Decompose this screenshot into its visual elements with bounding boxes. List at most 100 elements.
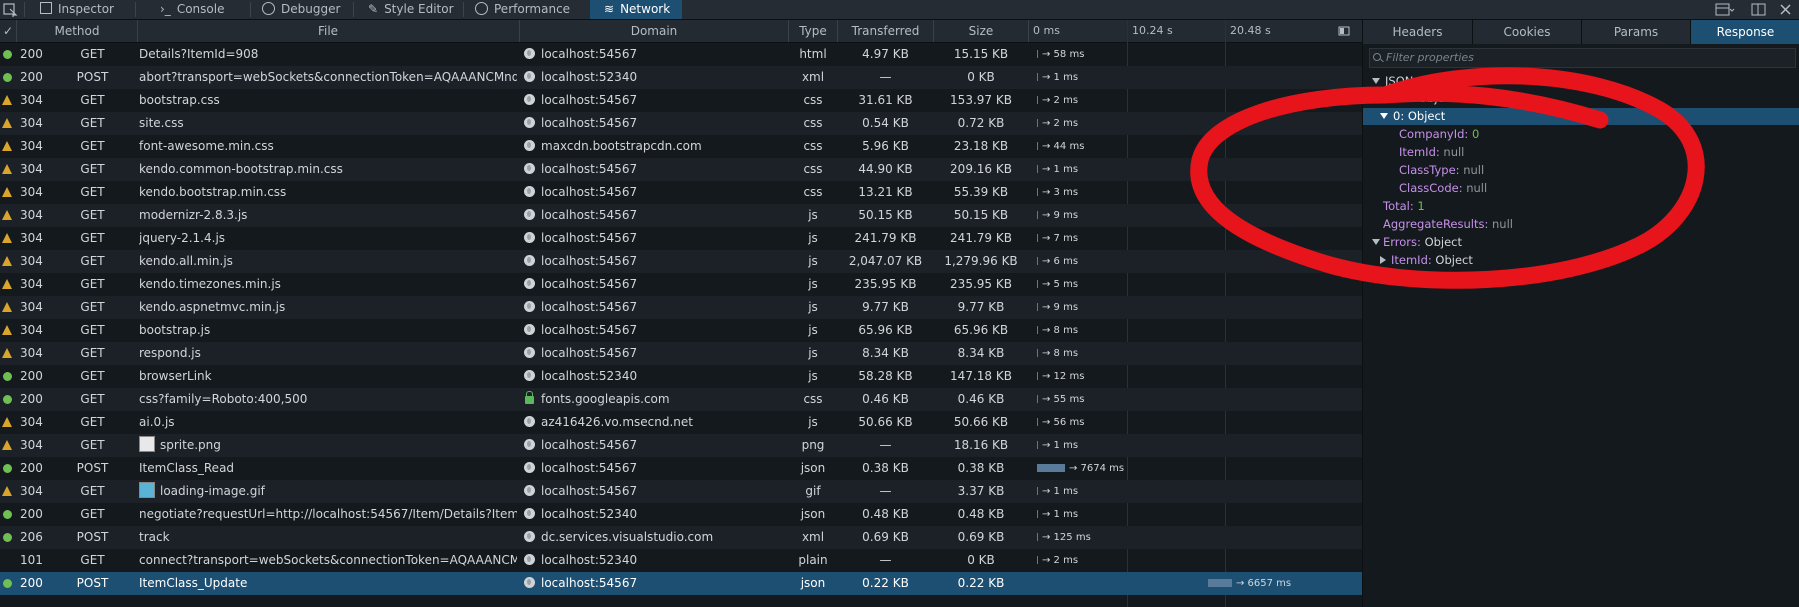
expand-twisty-icon[interactable] [1380, 113, 1388, 119]
tree-row-errors[interactable]: Errors: Object [1363, 234, 1799, 251]
column-header-transferred[interactable]: Transferred [838, 20, 933, 42]
timing-bar [1037, 280, 1038, 288]
tab-performance[interactable]: Performance [475, 0, 585, 19]
request-row[interactable]: 304 GET modernizr-2.8.3.js localhost:54567 j… [0, 204, 1362, 227]
request-row[interactable]: 200 POST abort?transport=webSockets&connec… [0, 66, 1362, 89]
transferred: 31.61 KB [858, 93, 913, 107]
request-row[interactable]: 304 GET kendo.all.min.js localhost:54567 js 2… [0, 250, 1362, 273]
transferred: 241.79 KB [854, 231, 917, 245]
type: xml [801, 530, 825, 544]
tree-row-item-0[interactable]: 0: Object [1363, 108, 1799, 125]
tree-row-aggregateresults[interactable]: AggregateResults: null [1363, 216, 1799, 233]
globe-icon [524, 508, 535, 519]
request-row[interactable]: 304 GET sprite.png localhost:54567 png — 18.16… [0, 434, 1362, 457]
transferred: — [879, 70, 892, 84]
tree-row-itemid[interactable]: ItemId: null [1363, 144, 1799, 161]
type: json [800, 576, 826, 590]
expand-twisty-icon[interactable] [1372, 95, 1380, 101]
globe-icon [524, 48, 535, 59]
file-name: font-awesome.min.css [139, 139, 274, 153]
picker-icon[interactable] [0, 0, 22, 19]
request-row[interactable]: 304 GET bootstrap.css localhost:54567 css 31.… [0, 89, 1362, 112]
tab-cookies[interactable]: Cookies [1473, 20, 1582, 44]
tree-value: null [1466, 181, 1488, 195]
tab-inspector[interactable]: Inspector [40, 0, 135, 19]
domain: localhost:52340 [541, 70, 638, 84]
tab-console[interactable]: ›_ Console [160, 0, 255, 19]
tab-console-label: Console [176, 2, 225, 16]
file-name: connect?transport=webSockets&connectionT… [139, 553, 517, 567]
expand-twisty-icon[interactable] [1372, 78, 1380, 84]
tab-params[interactable]: Params [1582, 20, 1691, 44]
transferred: 50.15 KB [858, 208, 913, 222]
request-row[interactable]: 304 GET site.css localhost:54567 css 0.54 KB 0… [0, 112, 1362, 135]
size: 209.16 KB [950, 162, 1012, 176]
type: css [803, 392, 823, 406]
status-cached-icon [2, 187, 12, 197]
request-row[interactable]: 101 GET connect?transport=webSockets&conne… [0, 549, 1362, 572]
status-code: 304 [20, 139, 43, 153]
request-row[interactable]: 200 POST ItemClass_Update localhost:54567 js… [0, 572, 1362, 595]
domain-cell: localhost:54567 [524, 319, 786, 342]
request-row[interactable]: 304 GET loading-image.gif localhost:54567 gi… [0, 480, 1362, 503]
size: 18.16 KB [953, 438, 1009, 452]
tree-row-companyid[interactable]: CompanyId: 0 [1363, 126, 1799, 143]
tab-debugger[interactable]: Debugger [262, 0, 362, 19]
tab-response[interactable]: Response [1691, 20, 1799, 44]
column-header-file[interactable]: File [138, 20, 518, 42]
split-console-icon[interactable] [1748, 0, 1770, 19]
tree-row-errors-itemid[interactable]: ItemId: Object [1363, 252, 1799, 269]
request-row[interactable]: 304 GET font-awesome.min.css maxcdn.bootstr… [0, 135, 1362, 158]
request-row[interactable]: 304 GET respond.js localhost:54567 js 8.34 KB… [0, 342, 1362, 365]
timeline-tick-2: 20.48 s [1230, 24, 1271, 37]
request-row[interactable]: 304 GET kendo.common-bootstrap.min.css loca… [0, 158, 1362, 181]
column-header-size[interactable]: Size [934, 20, 1028, 42]
column-header-domain[interactable]: Domain [520, 20, 788, 42]
tab-network[interactable]: ≋ Network [590, 0, 682, 19]
file-name: browserLink [139, 369, 212, 383]
close-icon[interactable] [1775, 0, 1797, 19]
size: 0.46 KB [957, 392, 1005, 406]
timing-bar [1037, 349, 1038, 357]
globe-icon [524, 163, 535, 174]
size: 0.69 KB [957, 530, 1005, 544]
request-row[interactable]: 200 GET Details?ItemId=908 localhost:54567 h… [0, 43, 1362, 66]
timing-bar [1037, 510, 1038, 518]
expand-twisty-icon[interactable] [1372, 239, 1380, 245]
tree-row-classtype[interactable]: ClassType: null [1363, 162, 1799, 179]
inspector-icon [40, 2, 52, 14]
request-row[interactable]: 304 GET jquery-2.1.4.js localhost:54567 js 24… [0, 227, 1362, 250]
status-ok-icon [3, 464, 12, 473]
request-row[interactable]: 304 GET kendo.aspnetmvc.min.js localhost:54… [0, 296, 1362, 319]
domain: localhost:54567 [541, 484, 638, 498]
tree-row-total[interactable]: Total: 1 [1363, 198, 1799, 215]
tab-style-editor[interactable]: ✎ Style Editor [368, 0, 468, 19]
request-row[interactable]: 200 POST ItemClass_Read localhost:54567 json… [0, 457, 1362, 480]
domain: az416426.vo.msecnd.net [541, 415, 693, 429]
column-header-type[interactable]: Type [789, 20, 837, 42]
tree-row-json[interactable]: JSON [1363, 73, 1799, 90]
status-ok-icon [3, 50, 12, 59]
request-row[interactable]: 200 GET browserLink localhost:52340 js 58.28 … [0, 365, 1362, 388]
request-row[interactable]: 304 GET bootstrap.js localhost:54567 js 65.96… [0, 319, 1362, 342]
tab-headers[interactable]: Headers [1363, 20, 1473, 44]
request-row[interactable]: 200 GET negotiate?requestUrl=http://localh… [0, 503, 1362, 526]
timing-label: → 9 ms [1042, 210, 1079, 221]
filter-properties-input[interactable] [1386, 49, 1786, 67]
tree-row-data[interactable]: Data: Object [1363, 90, 1799, 107]
request-row[interactable]: 304 GET ai.0.js az416426.vo.msecnd.net js 50.… [0, 411, 1362, 434]
timing-label: → 1 ms [1042, 509, 1079, 520]
timeline-toggle-icon[interactable] [1336, 20, 1352, 42]
file-cell: site.css [139, 112, 517, 135]
collapse-twisty-icon[interactable] [1380, 256, 1386, 264]
request-row[interactable]: 206 POST track dc.services.visualstudio.com… [0, 526, 1362, 549]
request-row[interactable]: 304 GET kendo.timezones.min.js localhost:54… [0, 273, 1362, 296]
dock-icon[interactable] [1713, 0, 1735, 19]
file-cell: loading-image.gif [139, 480, 517, 503]
tree-row-classcode[interactable]: ClassCode: null [1363, 180, 1799, 197]
domain: localhost:54567 [541, 185, 638, 199]
column-header-status[interactable]: ✓ [0, 20, 16, 42]
column-header-method[interactable]: Method [17, 20, 137, 42]
request-row[interactable]: 200 GET css?family=Roboto:400,500 fonts.goo… [0, 388, 1362, 411]
request-row[interactable]: 304 GET kendo.bootstrap.min.css localhost:5… [0, 181, 1362, 204]
